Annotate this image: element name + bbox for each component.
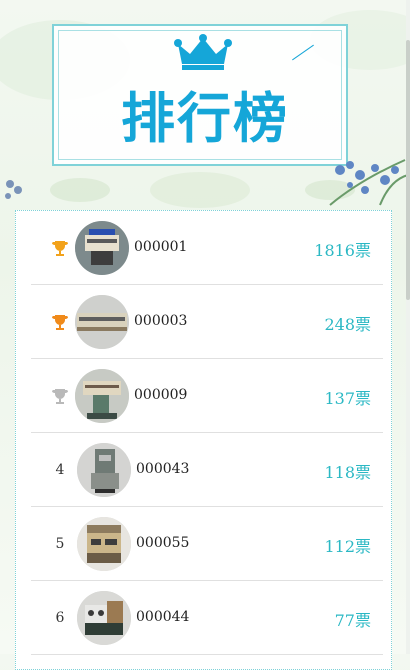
flower-decoration xyxy=(329,159,409,206)
vote-count: 118票 xyxy=(324,463,371,482)
ranking-list: 000001 1816票 000003 248票 000009 137票 4 0… xyxy=(15,210,392,670)
avatar xyxy=(77,591,131,645)
flower-decoration-left xyxy=(5,180,22,199)
vote-count: 112票 xyxy=(324,537,371,556)
crown-icon xyxy=(174,34,232,70)
entry-id: 000003 xyxy=(134,313,188,329)
ranking-row[interactable]: 5 000055 112票 xyxy=(31,507,383,581)
entry-id: 000009 xyxy=(134,387,188,403)
rank-number: 5 xyxy=(55,536,65,552)
avatar xyxy=(75,295,129,349)
gold-trophy-icon xyxy=(52,241,68,256)
ranking-row[interactable]: 4 000043 118票 xyxy=(31,433,383,507)
avatar xyxy=(75,221,129,275)
page-title: 排行榜 xyxy=(121,87,289,150)
ranking-row[interactable]: 000009 137票 xyxy=(31,359,383,433)
rank-number: 6 xyxy=(55,610,65,626)
scrollbar[interactable] xyxy=(406,0,410,654)
vote-count: 137票 xyxy=(324,389,371,408)
entry-id: 000043 xyxy=(136,461,190,477)
avatar xyxy=(75,369,129,423)
entry-id: 000044 xyxy=(136,609,190,625)
scrollbar-thumb[interactable] xyxy=(406,40,410,300)
entry-id: 000055 xyxy=(136,535,190,551)
ranking-row[interactable]: 000001 1816票 xyxy=(31,211,383,285)
silver-trophy-icon xyxy=(52,389,68,404)
avatar xyxy=(77,443,131,497)
entry-id: 000001 xyxy=(134,239,188,255)
ranking-row[interactable]: 6 000044 77票 xyxy=(31,581,383,655)
vote-count: 77票 xyxy=(334,611,371,630)
bronze-trophy-icon xyxy=(52,315,68,330)
rank-number: 4 xyxy=(55,462,65,478)
vote-count: 1816票 xyxy=(314,241,371,260)
avatar xyxy=(77,517,131,571)
vote-count: 248票 xyxy=(324,315,371,334)
ranking-row[interactable]: 000003 248票 xyxy=(31,285,383,359)
